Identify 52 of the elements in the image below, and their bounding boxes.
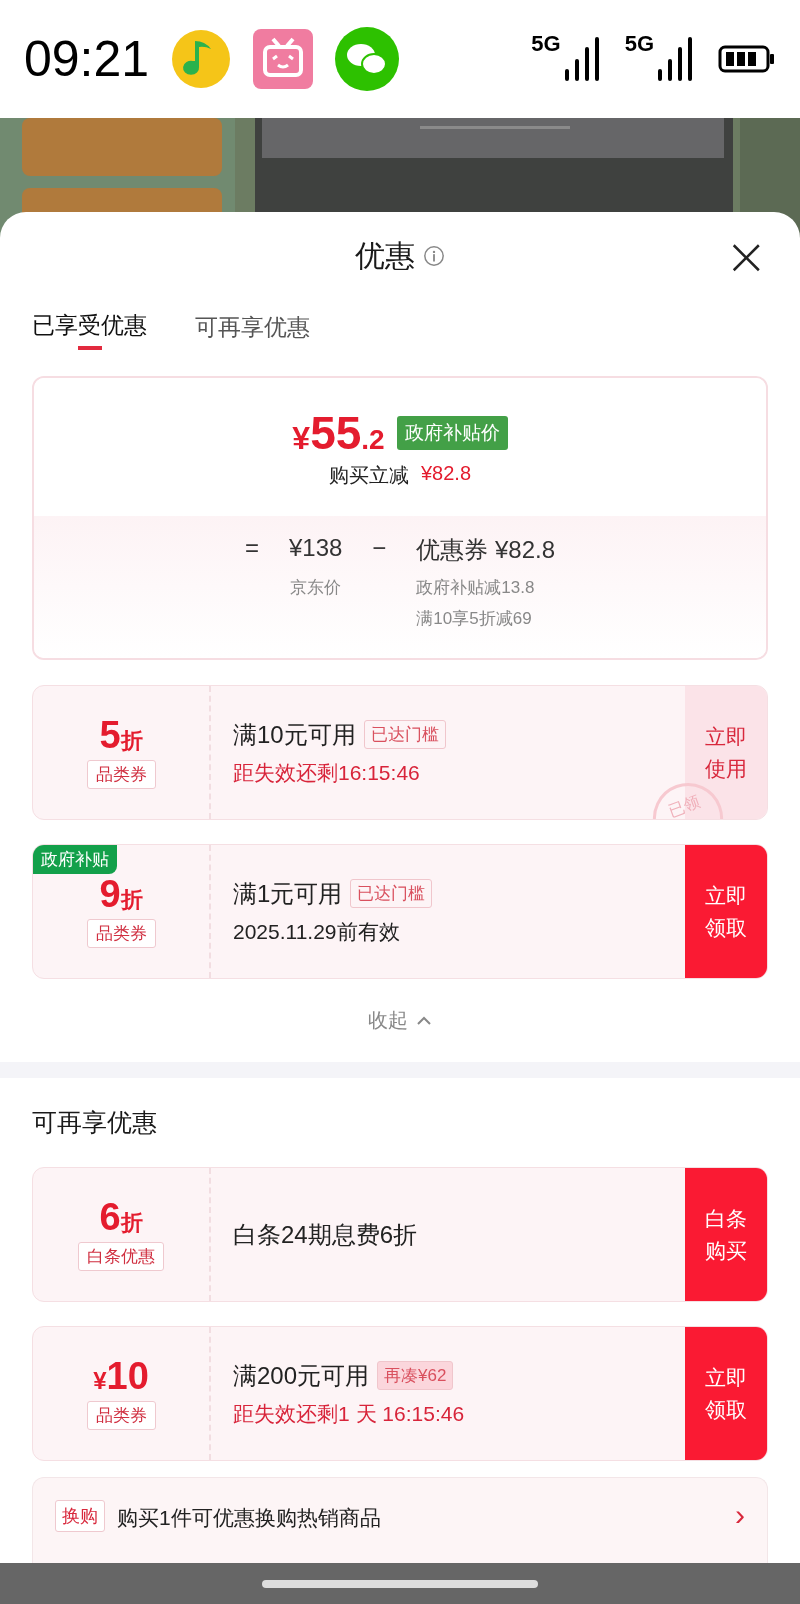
coupon-type-tag: 品类券: [86, 919, 156, 948]
close-button[interactable]: ×: [720, 230, 772, 282]
threshold-tag: 已达门槛: [363, 720, 446, 749]
chevron-icon: [416, 1015, 432, 1026]
coupon-condition: 白条24期息费6折: [233, 1219, 418, 1250]
exchange-text: 购买1件可优惠换购热销商品: [117, 1505, 382, 1531]
tv-face-icon: [253, 29, 314, 89]
base-price: ¥138: [288, 534, 343, 563]
status-time: 09:21: [24, 30, 150, 88]
coupon-action-button[interactable]: 白条购买: [685, 1168, 767, 1301]
exchange-tag: 换购: [55, 1500, 105, 1532]
chevron-icon: ›: [735, 1500, 745, 1530]
threshold-tag: 再凑¥62: [377, 1361, 454, 1390]
coupon-discount: 优惠券 ¥82.8: [416, 535, 556, 565]
coupon-type-tag: 白条优惠: [78, 1242, 164, 1271]
coupon-value: 6折: [99, 1198, 143, 1236]
coupon-action-button[interactable]: 立即领取: [685, 1327, 767, 1460]
coupon-value: 5折: [99, 716, 143, 754]
music-note-icon: [171, 29, 232, 89]
discount-note: 政府补贴减13.8: [416, 577, 535, 599]
coupon-value: ¥10: [93, 1357, 149, 1395]
coupon-validity: 2025.11.29前有效: [233, 918, 401, 945]
collapse-button[interactable]: 收起: [362, 1006, 438, 1035]
exchange-row[interactable]: 换购 购买1件可优惠换购热销商品 ›: [32, 1477, 768, 1563]
saving-label: 购买立减: [328, 462, 409, 488]
coupon-type-tag: 品类券: [86, 1401, 156, 1430]
discount-note: 满10享5折减69: [416, 608, 532, 630]
coupon-condition: 满200元可用: [233, 1360, 370, 1391]
base-price-note: 京东价: [290, 577, 342, 599]
network-label: 5G: [531, 31, 561, 57]
saving-value: ¥82.8: [420, 461, 472, 486]
coupon-action-button[interactable]: 立即领取: [685, 845, 767, 978]
final-price: ¥55.2: [292, 405, 385, 460]
section-title: 可再享优惠: [31, 1107, 158, 1138]
subsidy-tag: 政府补贴价: [396, 415, 508, 450]
tab[interactable]: 可再享优惠: [195, 300, 310, 354]
coupon-validity: 距失效还剩1 天 16:15:46: [233, 1400, 466, 1427]
equals-sign: =: [244, 534, 259, 563]
network-label: 5G: [624, 31, 654, 57]
sheet-title: 优惠: [355, 237, 415, 274]
threshold-tag: 已达门槛: [350, 879, 433, 908]
coupon-validity: 距失效还剩16:15:46: [233, 759, 421, 786]
chat-bubbles-icon: [335, 27, 400, 91]
battery-icon: [718, 45, 776, 73]
minus-sign: −: [372, 534, 387, 563]
coupon-condition: 满1元可用: [233, 878, 343, 909]
coupon-type-tag: 品类券: [86, 760, 156, 789]
coupon-condition: 满10元可用: [233, 719, 356, 750]
coupon-value: 9折: [99, 875, 143, 913]
home-indicator[interactable]: [262, 1579, 538, 1588]
subsidy-tag: 政府补贴: [33, 845, 117, 874]
info-icon[interactable]: [423, 245, 445, 267]
